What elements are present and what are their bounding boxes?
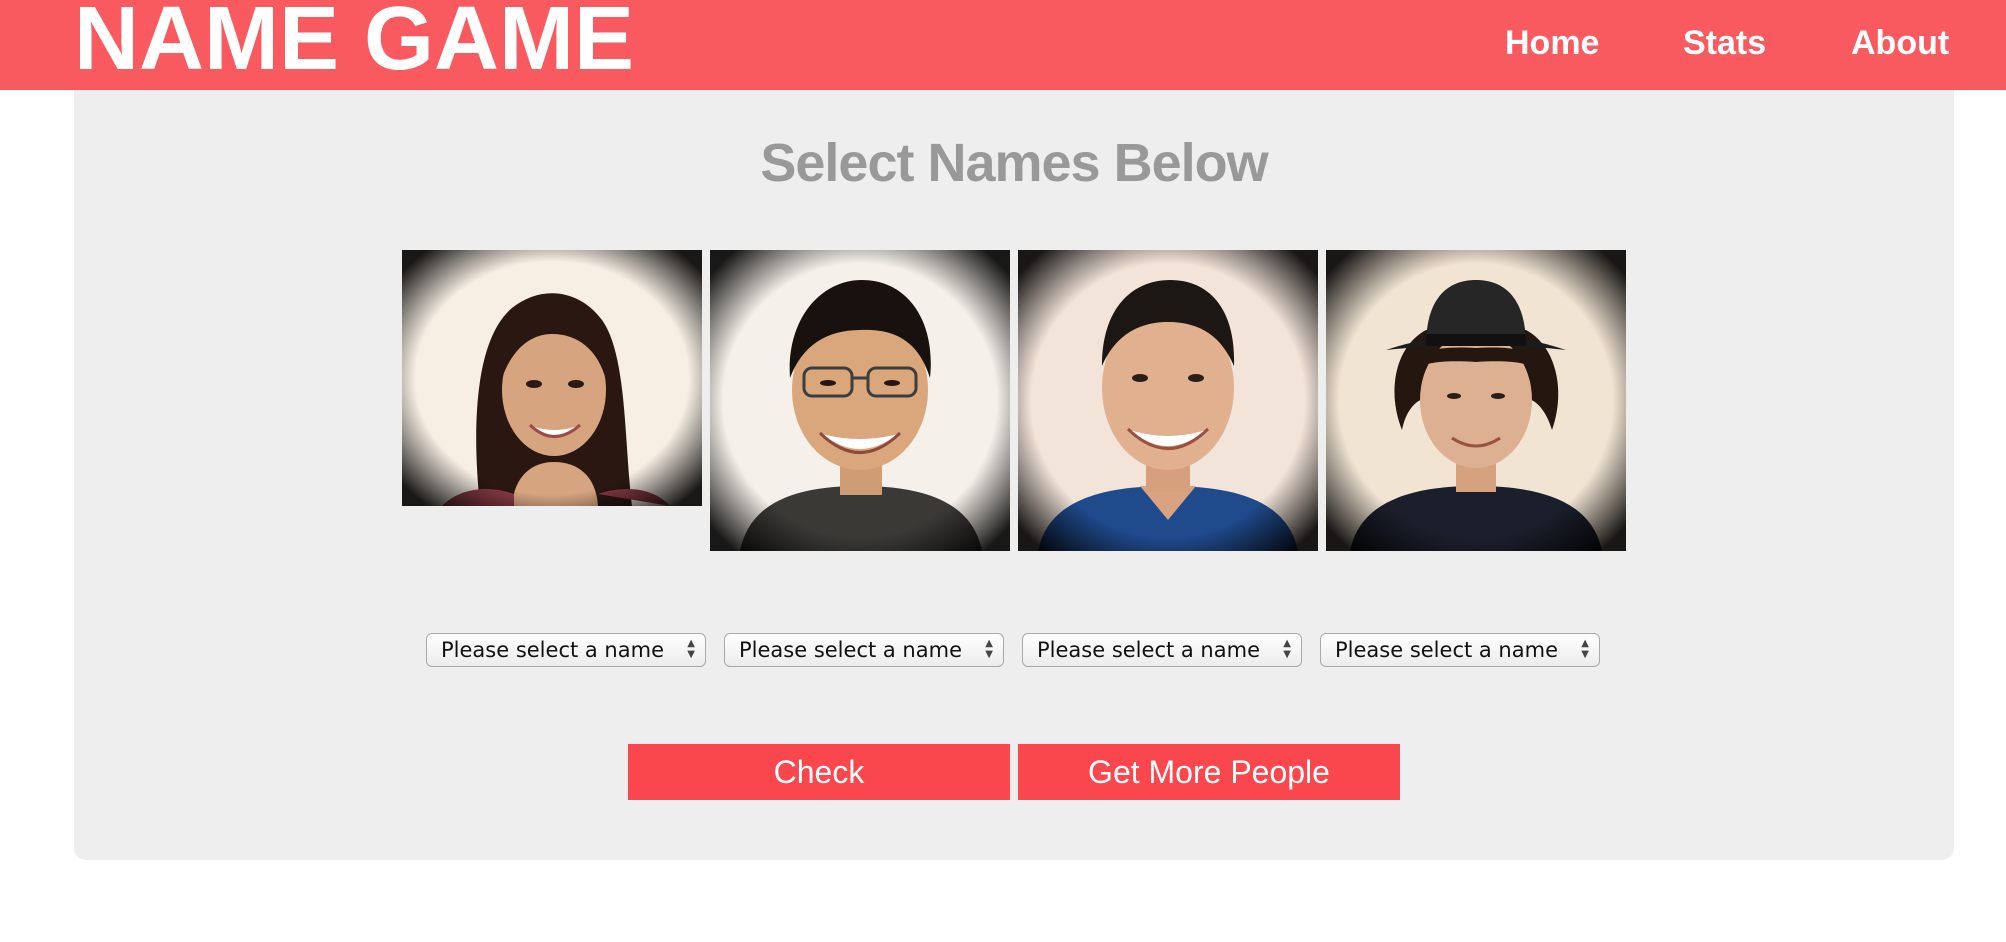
nav-home-link[interactable]: Home	[1505, 0, 1599, 90]
person-photo-1	[402, 250, 702, 506]
select-arrows-icon: ▲ ▼	[985, 638, 993, 660]
name-select-4-value: Please select a name	[1335, 638, 1558, 662]
name-select-2[interactable]: Please select a name ▲ ▼	[724, 633, 1004, 667]
name-select-3-value: Please select a name	[1037, 638, 1260, 662]
person-photo-2	[710, 250, 1010, 551]
game-panel: Select Names Below Please select a name …	[74, 90, 1954, 860]
nav-stats-link[interactable]: Stats	[1683, 0, 1766, 90]
get-more-people-button[interactable]: Get More People	[1018, 744, 1400, 800]
check-button[interactable]: Check	[628, 744, 1010, 800]
top-navbar: NAME GAME Home Stats About	[0, 0, 2006, 90]
page-heading: Select Names Below	[760, 133, 1268, 193]
select-arrows-icon: ▲ ▼	[1581, 638, 1589, 660]
name-select-1[interactable]: Please select a name ▲ ▼	[426, 633, 706, 667]
select-arrows-icon: ▲ ▼	[687, 638, 695, 660]
name-select-3[interactable]: Please select a name ▲ ▼	[1022, 633, 1302, 667]
name-select-2-value: Please select a name	[739, 638, 962, 662]
person-photo-4	[1326, 250, 1626, 551]
person-photo-3	[1018, 250, 1318, 551]
nav-about-link[interactable]: About	[1851, 0, 1949, 90]
select-arrows-icon: ▲ ▼	[1283, 638, 1291, 660]
name-select-1-value: Please select a name	[441, 638, 664, 662]
name-select-4[interactable]: Please select a name ▲ ▼	[1320, 633, 1600, 667]
brand-logo[interactable]: NAME GAME	[74, 0, 634, 84]
